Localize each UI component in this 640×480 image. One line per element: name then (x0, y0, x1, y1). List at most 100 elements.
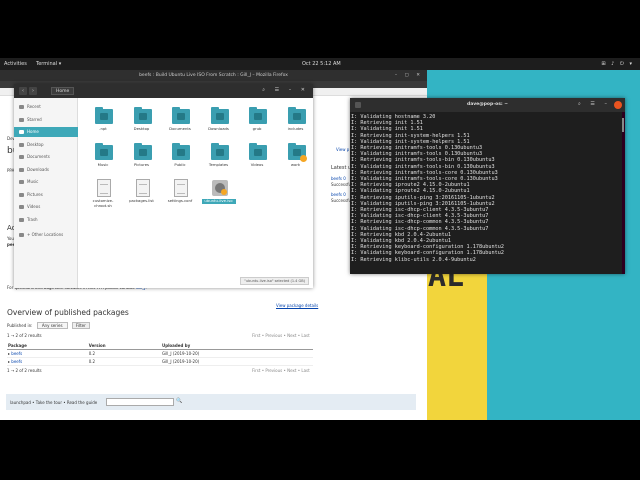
file-item[interactable]: Music (86, 140, 120, 174)
file-item[interactable]: ubuntu-live.iso (201, 176, 236, 210)
folder-emblem-icon (215, 149, 224, 156)
back-button[interactable]: ‹ (19, 87, 27, 95)
app-menu[interactable]: Terminal ▾ (36, 61, 61, 67)
file-item[interactable]: customize-chroot.sh (86, 176, 120, 210)
sidebar-item-otherlocations[interactable]: + Other Locations (14, 230, 78, 240)
files-window-controls[interactable]: ⌕ ☰ – ✕ (262, 87, 309, 93)
sidebar-item-label: Documents (27, 154, 50, 159)
folder-emblem-icon (138, 113, 147, 120)
sidebar-item-label: Recent (27, 104, 41, 109)
sidebar-item-videos[interactable]: Videos (14, 202, 78, 212)
disc-image-icon (211, 180, 228, 196)
file-item[interactable]: Pictures (125, 140, 159, 174)
package-link[interactable]: beefs (11, 351, 22, 356)
latest-build-link[interactable]: beefs 0 (331, 192, 346, 197)
file-label: grub (252, 126, 262, 131)
file-item[interactable]: Videos (240, 140, 274, 174)
files-sidebar: Recent Starred Home Desktop Documents Downloa… (14, 98, 78, 288)
text-file-icon (97, 179, 111, 197)
folder-emblem-icon (254, 113, 262, 120)
sidebar-item-downloads[interactable]: Downloads (14, 165, 78, 175)
firefox-titlebar[interactable]: beefs : Build Ubuntu Live ISO From Scrat… (0, 70, 427, 81)
column-header[interactable]: Package (7, 342, 88, 350)
terminal-window: dave@pop-os: ~ ⌕ ☰ – I: Validating hostn… (350, 98, 625, 274)
sidebar-item-documents[interactable]: Documents (14, 152, 78, 162)
sidebar-item-label: Home (27, 129, 39, 134)
file-item[interactable]: Templates (202, 140, 236, 174)
folder-icon (172, 143, 190, 160)
latest-build-status: Successfu (331, 198, 352, 203)
place-icon (19, 217, 24, 222)
file-item[interactable]: Documents (163, 104, 197, 138)
folder-emblem-icon (292, 113, 301, 120)
pager-top[interactable]: First • Previous • Next • Last (252, 333, 310, 338)
folder-emblem-icon (254, 149, 262, 156)
table-row[interactable]: ▸ beefs 0.2 Gill_J (2019-10-20) (7, 349, 313, 358)
forward-button[interactable]: › (29, 87, 37, 95)
you-label: You (7, 236, 14, 241)
file-item[interactable]: Desktop (125, 104, 159, 138)
file-item[interactable]: Public (163, 140, 197, 174)
view-package-details-link[interactable]: View package details (276, 303, 318, 308)
terminal-controls[interactable]: ⌕ ☰ – (578, 101, 611, 107)
uploader-cell[interactable]: Gill_J (2019-10-20) (160, 357, 313, 366)
file-item[interactable]: includes (279, 104, 313, 138)
place-icon (19, 142, 24, 147)
file-label: Music (97, 162, 109, 167)
terminal-output[interactable]: I: Validating hostname 3.20 I: Retrieving… (350, 112, 622, 274)
latest-build-link[interactable]: beefs 0 (331, 176, 346, 181)
file-item[interactable]: grub (240, 104, 274, 138)
pager-bottom[interactable]: First • Previous • Next • Last (252, 368, 310, 373)
footer-links[interactable]: launchpad • Take the tour • Read the gui… (10, 400, 97, 405)
place-icon (19, 155, 24, 159)
file-item[interactable]: work (279, 140, 313, 174)
sidebar-item-music[interactable]: Music (14, 177, 78, 187)
window-controls[interactable]: – ▢ ✕ (395, 70, 423, 81)
sidebar-item-label: Videos (27, 204, 41, 209)
folder-emblem-icon (215, 113, 224, 120)
sidebar-item-home[interactable]: Home (14, 127, 78, 137)
sidebar-item-label: Pictures (27, 191, 43, 197)
desktop-screen: Activities Terminal ▾ Oct 22 5:12 AM ⊞ ♪… (0, 0, 640, 480)
sidebar-item-pictures[interactable]: Pictures (14, 190, 78, 200)
clock[interactable]: Oct 22 5:12 AM (302, 61, 341, 67)
search-icon[interactable]: 🔍 (176, 398, 182, 404)
latest-updates-heading: Latest u (331, 165, 352, 171)
file-item[interactable]: Downloads (202, 104, 236, 138)
filter-button[interactable]: Filter (71, 322, 90, 329)
column-header[interactable]: Version (87, 342, 161, 350)
uploader-cell[interactable]: Gill_J (2019-10-20) (160, 349, 313, 358)
system-tray[interactable]: ⊞ ♪ ⏻ ▾ (601, 61, 634, 67)
file-item[interactable]: .npt (86, 104, 120, 138)
place-icon (19, 167, 24, 172)
place-icon (19, 130, 24, 134)
file-item[interactable]: settings.conf (163, 176, 197, 210)
close-icon[interactable] (614, 101, 622, 109)
column-header[interactable]: Uploaded by (160, 342, 313, 350)
text-file-icon (135, 179, 150, 197)
files-headerbar[interactable]: ‹ › Home ⌕ ☰ – ✕ (14, 84, 313, 98)
file-label: Documents (169, 126, 191, 131)
folder-icon (172, 107, 190, 124)
sidebar-item-starred[interactable]: Starred (14, 115, 78, 125)
package-cell: ▸ beefs (7, 357, 88, 366)
sidebar-item-label: Trash (27, 216, 38, 222)
table-header-row: Package Version Uploaded by (7, 342, 313, 350)
sidebar-item-trash[interactable]: Trash (14, 215, 78, 225)
path-bar-home[interactable]: Home (51, 87, 75, 95)
footer-search-input[interactable] (106, 398, 174, 406)
view-link[interactable]: View p (336, 147, 349, 152)
terminal-scrollbar[interactable] (622, 118, 624, 132)
folder-icon (95, 143, 113, 160)
package-link[interactable]: beefs (11, 359, 22, 364)
sidebar-item-recent[interactable]: Recent (14, 102, 78, 112)
file-item[interactable]: packages.list (125, 176, 159, 210)
file-label: .npt (99, 126, 107, 131)
sidebar-item-desktop[interactable]: Desktop (14, 140, 78, 150)
latest-build-status: Successfu (331, 182, 352, 187)
series-select[interactable]: Any series (36, 322, 68, 329)
folder-emblem-icon (177, 149, 185, 156)
activities-button[interactable]: Activities (4, 61, 27, 67)
terminal-headerbar[interactable]: dave@pop-os: ~ ⌕ ☰ – (350, 98, 625, 112)
table-row[interactable]: ▸ beefs 0.2 Gill_J (2019-10-20) (7, 357, 313, 366)
